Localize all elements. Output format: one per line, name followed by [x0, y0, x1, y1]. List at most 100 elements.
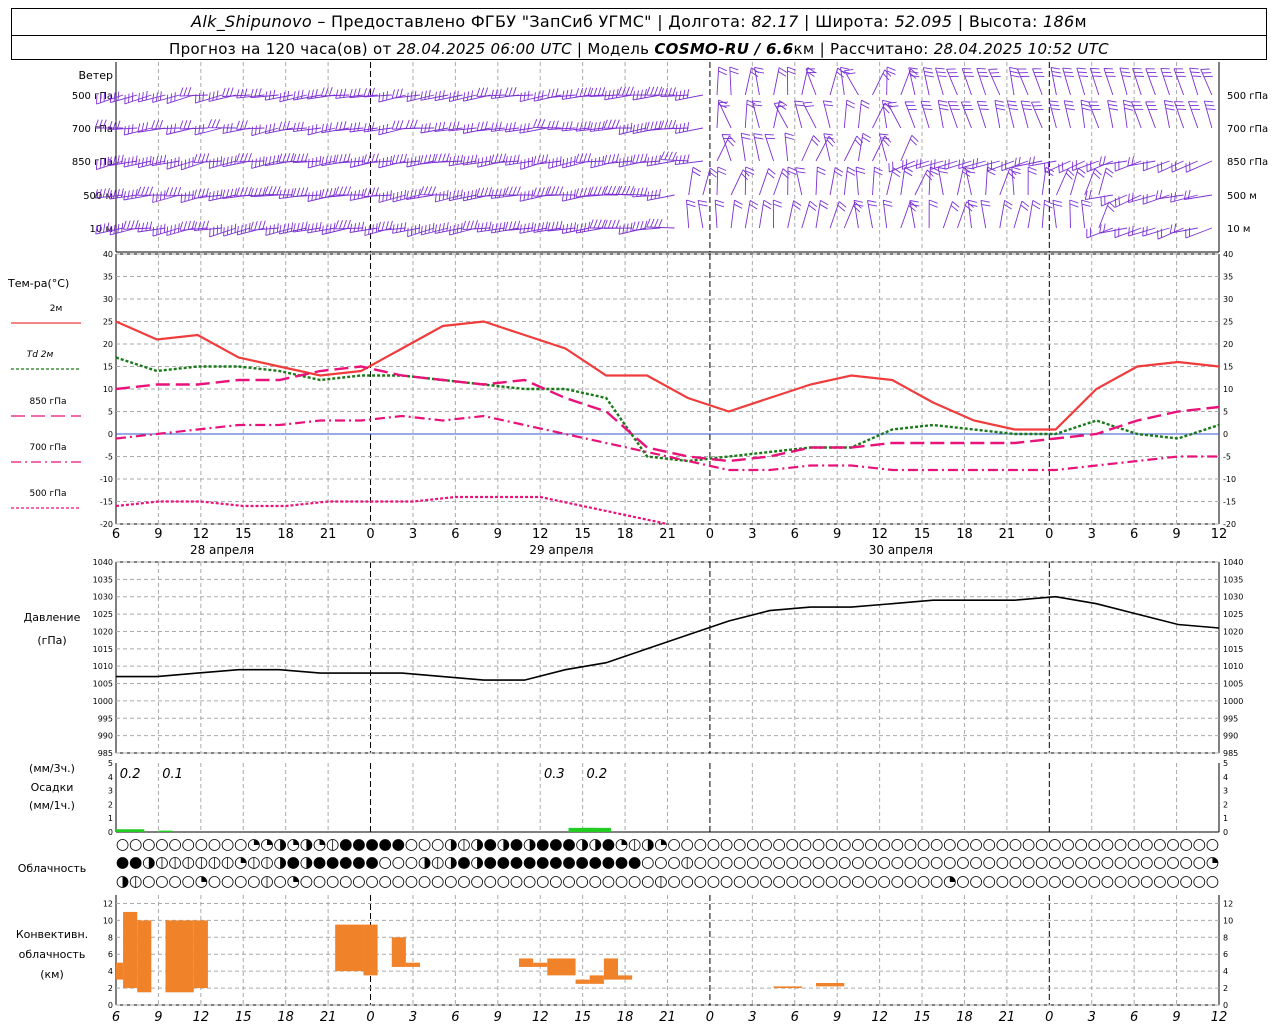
wind-barb — [1171, 160, 1198, 173]
conv-bar — [363, 924, 378, 976]
cloud-symbol — [510, 876, 523, 888]
wind-barb — [1098, 155, 1128, 166]
wind-barb — [857, 99, 870, 129]
time-tick-bottom: 9 — [833, 1010, 841, 1024]
time-tick-bottom: 18 — [956, 1010, 973, 1024]
cloud-symbol — [1101, 876, 1114, 888]
wind-barb — [1032, 68, 1045, 96]
cloud-symbol — [628, 876, 641, 888]
wind-barb — [914, 169, 934, 196]
cloud-symbol — [1088, 857, 1101, 869]
time-tick-bottom: 21 — [659, 1010, 676, 1024]
cloud-symbol — [1127, 857, 1140, 869]
precip-unit-1h: (мм/1ч.) — [29, 799, 75, 812]
wind-barb — [751, 100, 763, 129]
conv-bar — [391, 937, 406, 967]
wind-barb — [1103, 68, 1116, 96]
time-tick-bottom: 0 — [366, 1010, 374, 1024]
cloud-symbol — [523, 857, 536, 869]
pressure-ytick-left: 1010 — [93, 662, 113, 671]
cloud-symbol — [405, 876, 418, 888]
wind-barb — [958, 158, 986, 170]
time-tick-temp: 3 — [1088, 527, 1096, 542]
wind-barb — [805, 68, 817, 96]
wind-barb — [250, 187, 279, 198]
wind-barb — [784, 132, 795, 162]
time-tick-temp: 12 — [532, 527, 549, 542]
temp-ytick-right: 10 — [1223, 385, 1233, 394]
temp-ytick-left: 5 — [108, 408, 113, 417]
wind-barb — [730, 169, 750, 196]
precip-amount-label: 0.2 — [120, 767, 141, 782]
wind-barb — [744, 99, 756, 129]
cloud-symbol — [851, 876, 864, 888]
time-tick-bottom: 12 — [1211, 1010, 1228, 1024]
cloud-symbol — [1180, 839, 1193, 851]
cloud-symbol — [1048, 857, 1061, 869]
wind-barb — [646, 189, 675, 201]
wind-barb — [920, 100, 933, 129]
wind-barb — [843, 166, 856, 196]
cloud-symbol — [799, 857, 812, 869]
cloud-symbol — [760, 876, 772, 888]
time-tick-temp: 0 — [706, 527, 714, 542]
wind-barb — [194, 123, 223, 136]
wind-barb — [886, 167, 901, 196]
wind-barb — [1076, 67, 1089, 96]
wind-barb — [1070, 167, 1086, 196]
conv-bar — [405, 962, 421, 967]
wind-barb — [632, 220, 661, 231]
cloud-quarter-fill — [660, 839, 667, 845]
cloud-half-fill — [306, 857, 312, 869]
cloud-symbol — [116, 857, 129, 869]
cloud-symbol — [326, 857, 339, 869]
cloud-symbol — [536, 839, 549, 851]
wind-barb — [928, 199, 938, 229]
cloud-symbol — [878, 839, 891, 851]
cloud-symbol — [773, 857, 786, 869]
wind-barb — [1052, 199, 1063, 229]
time-tick-temp: 15 — [235, 527, 252, 542]
wind-barb — [1099, 223, 1128, 234]
pressure-ytick-right: 985 — [1223, 749, 1238, 758]
wind-barb — [801, 135, 821, 162]
conv-bar — [575, 979, 590, 984]
pressure-ytick-right: 1040 — [1223, 558, 1243, 567]
time-tick-bottom: 6 — [112, 1010, 120, 1024]
wind-barb — [1063, 100, 1075, 129]
cloud-symbol — [668, 857, 680, 869]
cloud-quarter-fill — [949, 876, 956, 882]
cloud-symbol — [313, 857, 326, 869]
conv-ytick-right: 4 — [1223, 967, 1228, 976]
cloud-half-fill — [595, 839, 601, 851]
meteogram: Ветер 500 гПа 500 гПа 700 гПа 700 гПа 850 гПа… — [7, 62, 1268, 1024]
wind-barb — [937, 167, 948, 196]
conv-bar — [773, 986, 802, 989]
wind-barb — [688, 166, 702, 196]
cloud-symbol — [970, 876, 982, 888]
pressure-unit: (гПа) — [37, 634, 66, 647]
wind-barb — [1127, 156, 1156, 167]
cloud-symbol — [471, 876, 484, 888]
cloud-symbol — [1154, 839, 1166, 851]
temp-ytick-right: 30 — [1223, 295, 1233, 304]
temp-ytick-right: -15 — [1223, 498, 1236, 507]
wind-barb — [904, 101, 917, 129]
wind-barb — [575, 187, 604, 198]
cloud-half-fill — [503, 839, 509, 851]
cloud-symbol — [366, 857, 378, 869]
wind-barb — [843, 201, 862, 229]
cloud-symbol — [957, 876, 969, 888]
cloud-half-fill — [450, 857, 457, 869]
cloud-symbol — [1035, 857, 1048, 869]
wind-barb — [881, 99, 892, 129]
wind-barb — [1041, 199, 1053, 229]
cloud-symbol — [746, 857, 759, 869]
temp-ytick-left: 30 — [103, 295, 113, 304]
cloud-symbol — [983, 876, 996, 888]
cloud-symbol — [1154, 857, 1166, 869]
wind-barb — [976, 67, 989, 96]
cloud-symbol — [851, 857, 864, 869]
cloud-symbol — [851, 839, 864, 851]
wind-barb — [823, 133, 834, 162]
